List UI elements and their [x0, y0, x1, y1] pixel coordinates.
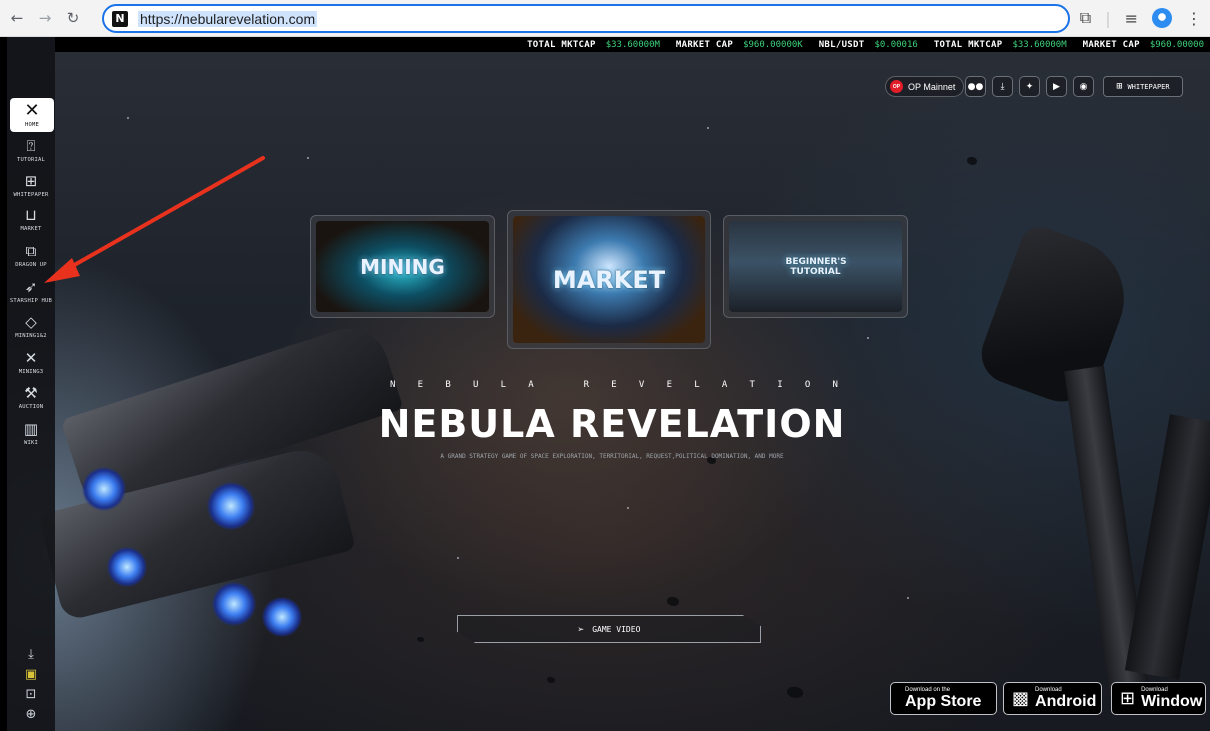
annotation-arrow — [44, 156, 265, 283]
